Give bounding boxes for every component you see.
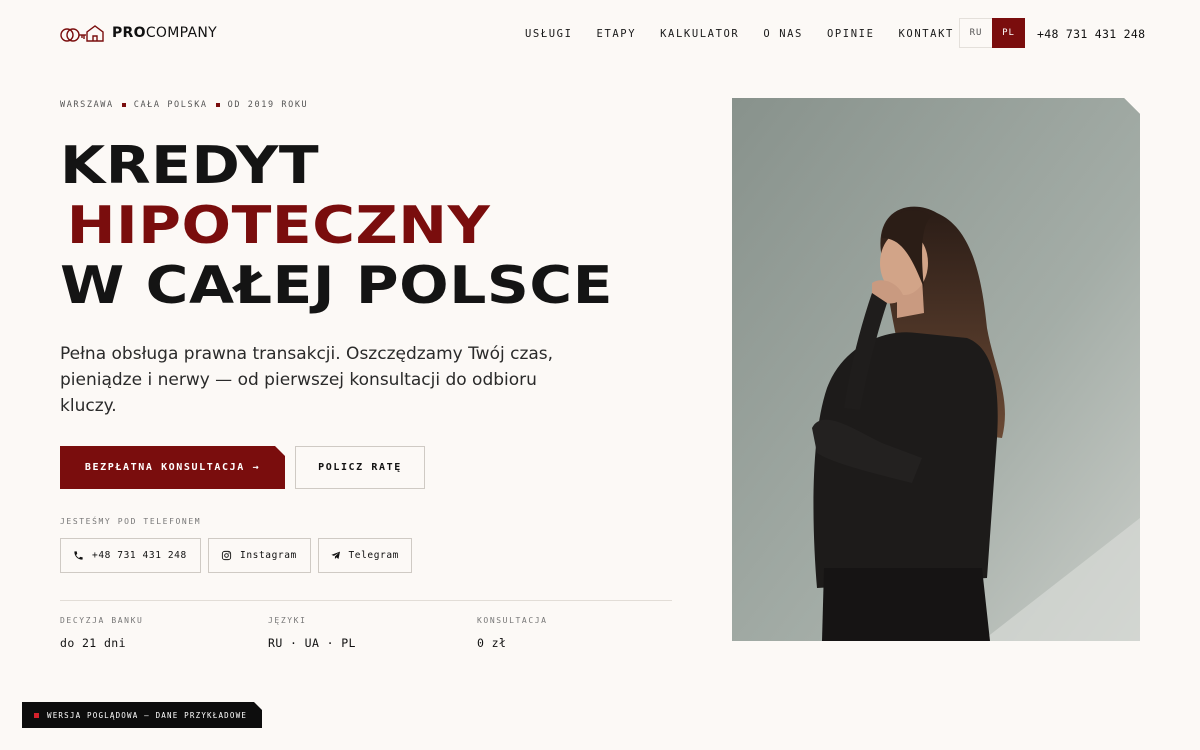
eyebrow-area: CAŁA POLSKA bbox=[133, 100, 208, 110]
free-consultation-button[interactable]: BEZPŁATNA KONSULTACJA → bbox=[60, 446, 285, 489]
stat-value: RU · UA · PL bbox=[268, 636, 356, 650]
stat-bank-decision: DECYZJA BANKU do 21 dni bbox=[60, 616, 143, 650]
stats-divider bbox=[60, 600, 672, 601]
demo-version-badge: WERSJA POGLĄDOWA — DANE PRZYKŁADOWE bbox=[22, 702, 262, 728]
nav-link-kontakt[interactable]: KONTAKT bbox=[899, 28, 954, 40]
phone-contact-label: +48 731 431 248 bbox=[92, 550, 187, 561]
nav-link-o-nas[interactable]: O NAS bbox=[763, 28, 803, 40]
nav-link-etapy[interactable]: ETAPY bbox=[597, 28, 637, 40]
brand-name: PROCOMPANY bbox=[112, 25, 217, 41]
telegram-icon bbox=[331, 551, 341, 560]
contact-label: JESTEŚMY POD TELEFONEM bbox=[60, 517, 202, 526]
stat-languages: JĘZYKI RU · UA · PL bbox=[268, 616, 356, 650]
phone-contact-button[interactable]: +48 731 431 248 bbox=[60, 538, 201, 573]
stat-value: do 21 dni bbox=[60, 636, 126, 650]
stat-label: DECYZJA BANKU bbox=[60, 616, 144, 625]
eyebrow-since: OD 2019 ROKU bbox=[227, 100, 309, 110]
lang-pl-button[interactable]: PL bbox=[992, 18, 1025, 48]
eyebrow-separator bbox=[215, 103, 220, 107]
stat-label: KONSULTACJA bbox=[477, 616, 548, 625]
hero-eyebrow: WARSZAWA CAŁA POLSKA OD 2019 ROKU bbox=[60, 100, 308, 110]
telegram-contact-label: Telegram bbox=[348, 550, 399, 561]
eyebrow-city: WARSZAWA bbox=[60, 100, 114, 110]
nav-link-uslugi[interactable]: USŁUGI bbox=[525, 28, 573, 40]
language-switcher: RU PL bbox=[959, 18, 1025, 48]
stat-value: 0 zł bbox=[477, 636, 507, 650]
hero-title-line-3: W CAŁEJ POLSCE bbox=[60, 256, 614, 316]
header-phone-link[interactable]: +48 731 431 248 bbox=[1037, 27, 1145, 41]
instagram-icon bbox=[221, 550, 232, 561]
main-nav: USŁUGI ETAPY KALKULATOR O NAS OPINIE KON… bbox=[525, 28, 954, 40]
instagram-contact-label: Instagram bbox=[240, 550, 297, 561]
hero-title-line-2: HIPOTECZNY bbox=[66, 196, 491, 256]
lang-ru-button[interactable]: RU bbox=[959, 18, 992, 48]
eyebrow-separator bbox=[121, 103, 126, 107]
stat-label: JĘZYKI bbox=[268, 616, 307, 625]
logo-house-key-icon bbox=[60, 25, 104, 42]
hero-photo bbox=[732, 98, 1140, 641]
hero-lead: Pełna obsługa prawna transakcji. Oszczęd… bbox=[60, 344, 554, 416]
nav-link-kalkulator[interactable]: KALKULATOR bbox=[660, 28, 739, 40]
telegram-contact-button[interactable]: Telegram bbox=[318, 538, 412, 573]
logo[interactable]: PROCOMPANY bbox=[60, 21, 217, 45]
hero-title-line-1: KREDYT bbox=[60, 136, 320, 196]
stat-consultation: KONSULTACJA 0 zł bbox=[477, 616, 548, 650]
instagram-contact-button[interactable]: Instagram bbox=[208, 538, 311, 573]
badge-dot bbox=[34, 712, 39, 718]
consultant-portrait-image bbox=[732, 98, 1140, 641]
hero-title: KREDYT HIPOTECZNY W CAŁEJ POLSCE bbox=[60, 136, 613, 316]
nav-link-opinie[interactable]: OPINIE bbox=[827, 28, 875, 40]
badge-text: WERSJA POGLĄDOWA — DANE PRZYKŁADOWE bbox=[47, 710, 248, 720]
calculate-rate-button[interactable]: POLICZ RATĘ bbox=[295, 446, 425, 489]
phone-icon bbox=[74, 551, 83, 560]
